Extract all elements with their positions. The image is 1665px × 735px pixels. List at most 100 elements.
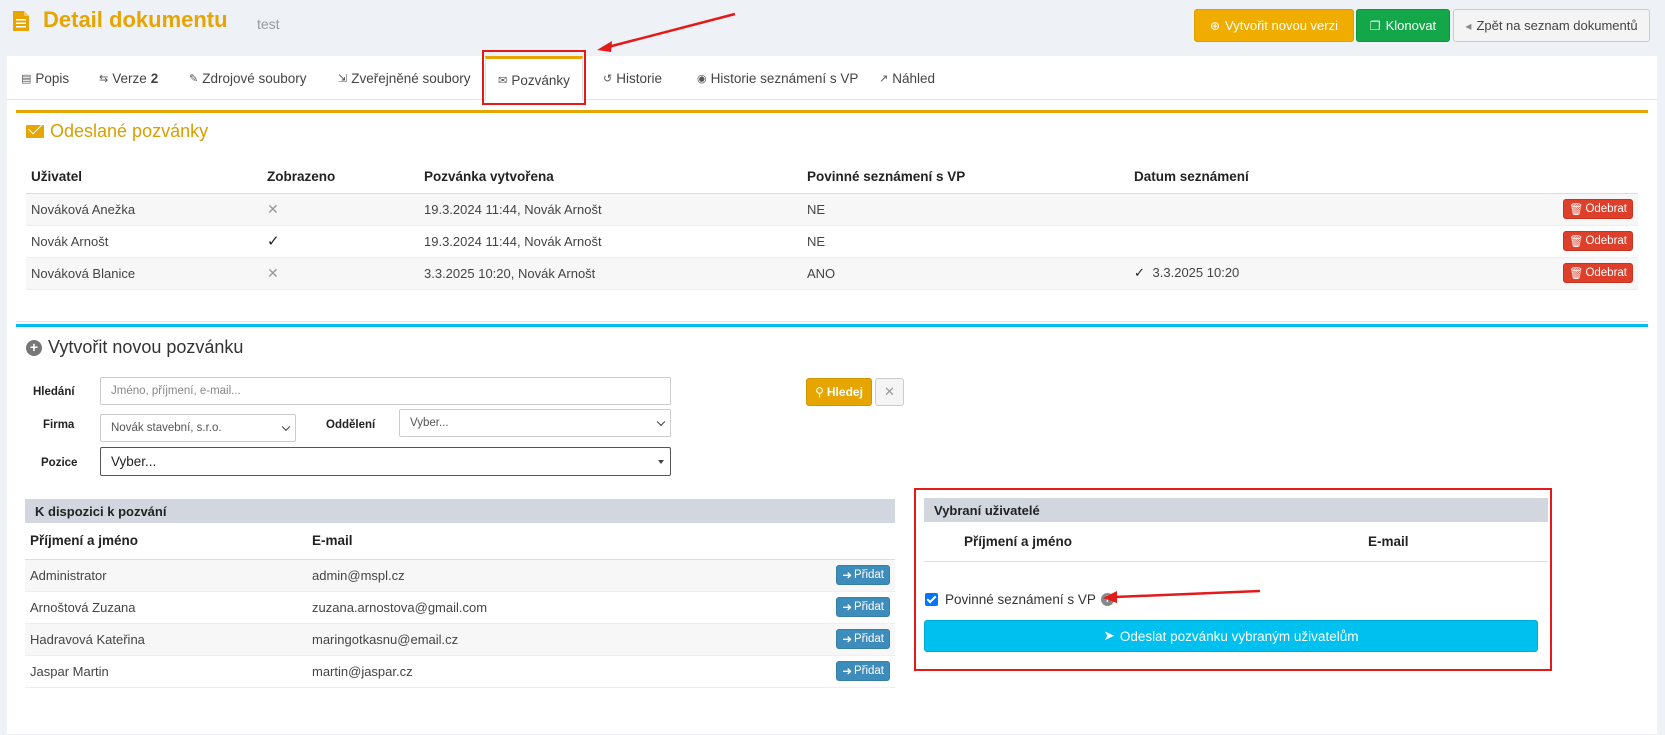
tab-historie-seznameni[interactable]: ◉ Historie seznámení s VP xyxy=(697,56,858,100)
date-cell xyxy=(1129,225,1558,258)
table-row: Jaspar Martin martin@jaspar.cz ➜ Přidat xyxy=(25,655,895,688)
name-cell: Arnoštová Zuzana xyxy=(25,591,307,624)
search-input[interactable]: Jméno, příjmení, e-mail... xyxy=(100,377,671,405)
sign-in-icon: ➜ xyxy=(842,570,852,582)
company-select[interactable]: Novák stavební, s.r.o. xyxy=(100,414,296,442)
name-cell: Hadravová Kateřina xyxy=(25,623,307,656)
search-button[interactable]: ⚲ Hledej xyxy=(806,378,872,406)
close-icon: ✕ xyxy=(884,384,895,399)
position-label: Pozice xyxy=(41,457,78,469)
column-header: E-mail xyxy=(1368,534,1409,549)
section-title: Odeslané pozvánky xyxy=(26,121,208,142)
column-header: Pozvánka vytvořena xyxy=(419,161,802,194)
column-header: Datum seznámení xyxy=(1129,161,1558,194)
mandatory-checkbox[interactable] xyxy=(925,593,938,606)
created-cell: 19.3.2024 11:44, Novák Arnošt xyxy=(419,225,802,258)
copy-icon: ❐ xyxy=(1369,18,1381,33)
tab-zverejnene-soubory[interactable]: ⇲ Zveřejněné soubory xyxy=(338,56,471,100)
user-cell: Novák Arnošt xyxy=(26,225,262,258)
sign-in-icon: ➜ xyxy=(842,634,852,646)
name-cell: Administrator xyxy=(25,559,307,592)
tab-verze[interactable]: ⇆ Verze 2 xyxy=(99,56,158,100)
sent-invitations-table: Uživatel Zobrazeno Pozvánka vytvořena Po… xyxy=(26,161,1638,290)
add-button[interactable]: ➜ Přidat xyxy=(836,597,890,617)
remove-button[interactable]: 🗑 Odebrat xyxy=(1562,263,1633,283)
tab-label: Historie xyxy=(616,70,662,86)
clear-search-button[interactable]: ✕ xyxy=(875,378,904,406)
add-button[interactable]: ➜ Přidat xyxy=(836,661,890,681)
clone-button[interactable]: ❐ Klonovat xyxy=(1356,9,1450,42)
back-to-list-button[interactable]: ◂ Zpět na seznam dokumentů xyxy=(1453,9,1650,42)
add-button[interactable]: ➜ Přidat xyxy=(836,629,890,649)
check-icon: ✓ xyxy=(267,233,280,250)
column-header: E-mail xyxy=(307,523,825,560)
add-label: Přidat xyxy=(853,633,884,645)
trash-icon: 🗑 xyxy=(1568,236,1584,248)
tab-pozvanky[interactable]: ✉ Pozvánky xyxy=(485,56,583,101)
tab-label: Historie seznámení s VP xyxy=(710,70,859,86)
user-cell: Nováková Blanice xyxy=(26,257,262,290)
selected-users-header: Příjmení a jméno E-mail xyxy=(924,522,1548,562)
history-icon: ↺ xyxy=(603,72,613,85)
user-cell: Nováková Anežka xyxy=(26,193,262,226)
seen-cell: ✕ xyxy=(262,193,419,226)
tab-label: Verze xyxy=(112,70,147,86)
paper-plane-icon: ➤ xyxy=(1103,628,1115,643)
check-icon: ✓ xyxy=(1134,265,1145,280)
table-row: Arnoštová Zuzana zuzana.arnostova@gmail.… xyxy=(25,591,895,624)
created-cell: 3.3.2025 10:20, Novák Arnošt xyxy=(419,257,802,290)
document-icon xyxy=(13,11,29,31)
info-icon[interactable]: i xyxy=(1100,593,1114,606)
tab-label: Zveřejněné soubory xyxy=(351,70,471,86)
column-header: Povinné seznámení s VP xyxy=(802,161,1129,194)
search-icon: ⚲ xyxy=(815,385,824,399)
tab-label: Náhled xyxy=(892,70,935,86)
sign-in-icon: ➜ xyxy=(842,602,852,614)
mandatory-cell: NE xyxy=(802,193,1129,226)
file-icon: ▤ xyxy=(21,72,32,85)
seen-cell: ✓ xyxy=(262,225,419,258)
name-cell: Jaspar Martin xyxy=(25,655,307,688)
page-subtitle: test xyxy=(257,16,280,32)
tab-label: Zdrojové soubory xyxy=(202,70,307,86)
plus-circle-icon: ⊕ xyxy=(1209,18,1221,33)
send-invitation-button[interactable]: ➤ Odeslat pozvánku vybraným uživatelům xyxy=(924,620,1538,652)
swap-icon: ⇆ xyxy=(99,72,109,85)
tab-bar: ▤ Popis ⇆ Verze 2 ✎ Zdrojové soubory ⇲ Z… xyxy=(7,56,1657,101)
add-label: Přidat xyxy=(853,665,884,677)
remove-label: Odebrat xyxy=(1585,203,1627,215)
tab-historie[interactable]: ↺ Historie xyxy=(603,56,662,100)
section-title-text: Vytvořit novou pozvánku xyxy=(48,337,244,357)
table-header-row: Uživatel Zobrazeno Pozvánka vytvořena Po… xyxy=(26,161,1638,194)
cross-icon: ✕ xyxy=(267,264,279,281)
remove-button[interactable]: 🗑 Odebrat xyxy=(1562,231,1633,251)
mandatory-cell: NE xyxy=(802,225,1129,258)
remove-button[interactable]: 🗑 Odebrat xyxy=(1562,199,1633,219)
available-users-box: K dispozici k pozvání Příjmení a jméno E… xyxy=(25,499,895,735)
department-label: Oddělení xyxy=(326,419,376,431)
date-cell xyxy=(1129,193,1558,226)
position-select[interactable]: Vyber... xyxy=(100,447,671,476)
envelope-icon xyxy=(26,125,44,138)
mandatory-checkbox-row: Povinné seznámení s VP i xyxy=(925,592,1114,607)
caret-down-icon xyxy=(658,460,664,464)
department-select[interactable]: Vyber... xyxy=(399,409,671,437)
trash-icon: 🗑 xyxy=(1568,204,1584,216)
mandatory-cell: ANO xyxy=(802,257,1129,290)
column-header: Příjmení a jméno xyxy=(964,534,1073,549)
column-header: Příjmení a jméno xyxy=(25,523,307,560)
add-button[interactable]: ➜ Přidat xyxy=(836,565,890,585)
section-title-text: Odeslané pozvánky xyxy=(50,121,209,141)
new-version-button[interactable]: ⊕ Vytvořit novou verzi xyxy=(1194,9,1354,42)
tab-popis[interactable]: ▤ Popis xyxy=(21,56,69,100)
department-value: Vyber... xyxy=(410,417,449,429)
available-users-table: Příjmení a jméno E-mail Administrator ad… xyxy=(25,523,895,688)
page-title: Detail dokumentu xyxy=(43,7,228,32)
table-row: Novák Arnošt ✓ 19.3.2024 11:44, Novák Ar… xyxy=(26,225,1638,258)
position-value: Vyber... xyxy=(111,454,157,469)
tab-zdrojove-soubory[interactable]: ✎ Zdrojové soubory xyxy=(189,56,307,100)
chevron-down-icon xyxy=(281,422,291,432)
email-cell: martin@jaspar.cz xyxy=(307,655,825,688)
seen-cell: ✕ xyxy=(262,257,419,290)
tab-nahled[interactable]: ↗ Náhled xyxy=(879,56,935,100)
